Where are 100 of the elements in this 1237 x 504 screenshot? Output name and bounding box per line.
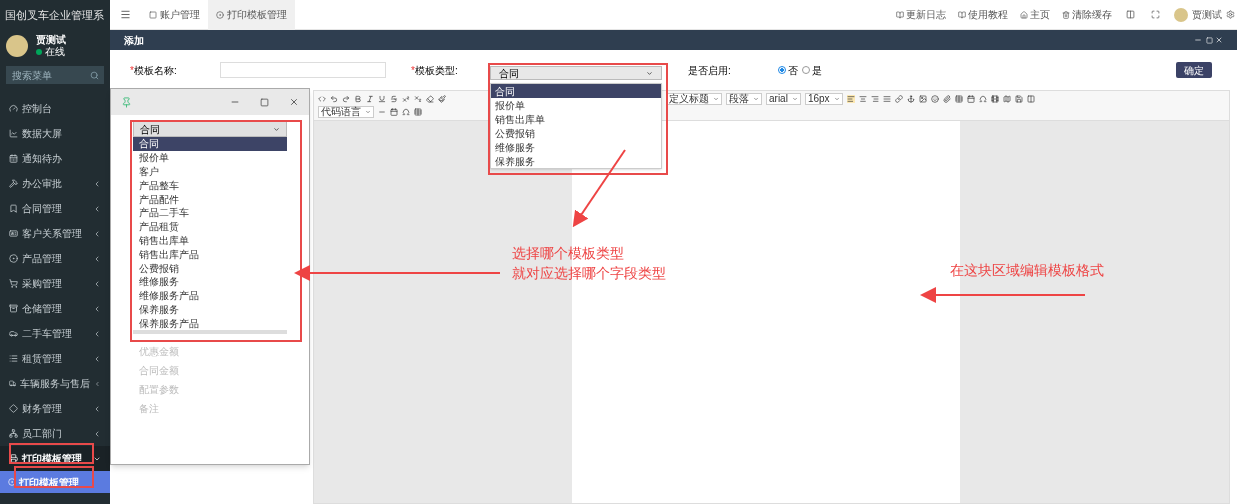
input-field[interactable] — [220, 62, 386, 78]
toolbar-icon[interactable] — [906, 95, 915, 103]
dropdown-option[interactable]: 产品配件 — [133, 192, 287, 206]
radio-button[interactable] — [778, 66, 786, 74]
toolbar-icon[interactable] — [918, 95, 927, 103]
toolbar-icon[interactable] — [858, 95, 867, 103]
close-icon[interactable] — [1215, 36, 1223, 44]
close-icon[interactable] — [289, 97, 299, 107]
tab[interactable]: 账户管理 — [141, 0, 208, 30]
toolbar-select[interactable]: arial — [766, 93, 801, 105]
field-label: 模板名称: — [133, 63, 177, 78]
toolbar-icon[interactable] — [954, 95, 963, 103]
toolbar-icon[interactable] — [978, 95, 987, 103]
sidebar-item[interactable]: 二手车管理 — [0, 321, 110, 346]
toolbar-icon[interactable] — [942, 95, 951, 103]
top-user-name[interactable]: 贾测试 — [1192, 7, 1222, 22]
toolbar-select[interactable]: 段落 — [726, 93, 762, 105]
toolbar-icon[interactable] — [894, 95, 903, 103]
format-icon[interactable] — [366, 95, 374, 103]
dropdown-option[interactable]: 合同 — [491, 84, 661, 98]
sidebar-item[interactable]: 车辆服务与售后 — [0, 371, 110, 396]
omega-icon[interactable] — [402, 107, 410, 116]
toolbar-icon[interactable] — [990, 95, 999, 103]
format-icon[interactable] — [426, 95, 434, 103]
toolbar-icon[interactable] — [846, 95, 855, 103]
format-icon[interactable] — [354, 95, 362, 103]
toolbar-icon[interactable] — [882, 95, 891, 103]
dropdown-option[interactable]: 维修服务 — [491, 140, 661, 154]
dropdown-option[interactable]: 维修服务 — [133, 274, 287, 289]
toolbar-icon[interactable] — [1026, 95, 1035, 103]
dropdown-option[interactable]: 产品二手车 — [133, 206, 287, 220]
caret-icon — [791, 96, 798, 102]
top-link[interactable]: 更新日志 — [906, 7, 946, 22]
sidebar-item[interactable]: 员工部门 — [0, 421, 110, 446]
dropdown-option[interactable]: 销售出库单 — [491, 112, 661, 126]
sidebar-item[interactable]: 仓储管理 — [0, 296, 110, 321]
toolbar-icon[interactable] — [966, 95, 975, 103]
sidebar-item[interactable]: 采购管理 — [0, 271, 110, 296]
dropdown-option[interactable]: 产品整车 — [133, 178, 287, 193]
dropdown-option[interactable]: 销售出库产品 — [133, 247, 287, 262]
top-link[interactable]: 使用教程 — [968, 7, 1008, 22]
dropdown-option[interactable]: 保养服务产品 — [133, 316, 287, 331]
toolbar-icon[interactable] — [930, 95, 939, 103]
dropdown-option[interactable]: 维修服务产品 — [133, 288, 287, 303]
type-select[interactable]: 合同 — [490, 66, 662, 80]
user-name: 贾测试 — [36, 34, 66, 46]
dropdown-option[interactable]: 报价单 — [133, 150, 287, 165]
sidebar-item[interactable]: 财务管理 — [0, 396, 110, 421]
toolbar-icon[interactable] — [870, 95, 879, 103]
source-icon[interactable] — [318, 95, 326, 103]
dropdown-option[interactable]: 合同 — [133, 137, 287, 151]
dropdown-option[interactable]: 客户 — [133, 164, 287, 179]
code-language-select[interactable]: 代码语言 — [318, 105, 374, 118]
dropdown-option[interactable]: 保养服务 — [491, 154, 661, 168]
sidebar-item[interactable]: 客户关系管理 — [0, 221, 110, 246]
maximize-icon[interactable] — [260, 97, 269, 107]
menu-icon — [9, 229, 18, 238]
dropdown-option[interactable]: 销售出库单 — [133, 233, 287, 248]
top-link[interactable]: 主页 — [1030, 7, 1050, 22]
menu-icon — [9, 154, 18, 163]
sidebar-item[interactable]: 通知待办 — [0, 146, 110, 171]
redo-icon[interactable] — [342, 95, 350, 103]
menu-icon — [9, 104, 18, 113]
sidebar-item[interactable]: 控制台 — [0, 96, 110, 121]
format-icon[interactable] — [390, 95, 398, 103]
confirm-button[interactable]: 确定 — [1176, 62, 1212, 78]
menu-icon[interactable] — [120, 9, 131, 20]
toolbar-icon[interactable] — [1014, 95, 1023, 103]
format-icon[interactable] — [438, 95, 446, 103]
toolbar-select[interactable]: 定义标题 — [666, 93, 722, 105]
circle-icon — [216, 10, 224, 19]
undo-icon[interactable] — [330, 95, 338, 103]
format-icon[interactable] — [414, 95, 422, 103]
table-icon[interactable] — [414, 107, 422, 116]
panel-title: 添加 — [124, 33, 145, 48]
caret-icon — [833, 96, 840, 102]
caret-icon — [713, 96, 719, 102]
tab[interactable]: 打印模板管理 — [208, 0, 295, 30]
sidebar-item[interactable]: 数据大屏 — [0, 121, 110, 146]
sidebar-item[interactable]: 办公审批 — [0, 171, 110, 196]
dropdown-option[interactable]: 公费报销 — [491, 126, 661, 140]
dropdown-option[interactable]: 保养服务 — [133, 302, 287, 317]
toolbar-icon[interactable] — [1002, 95, 1011, 103]
dropdown-option[interactable]: 产品租赁 — [133, 219, 287, 234]
layout-icon[interactable] — [1126, 10, 1135, 19]
sidebar-item[interactable]: 产品管理 — [0, 246, 110, 271]
sidebar-item[interactable]: 合同管理 — [0, 196, 110, 221]
top-link[interactable]: 清除缓存 — [1072, 7, 1112, 22]
search-field[interactable]: 搜索菜单 — [6, 66, 104, 84]
sidebar-item[interactable]: 租赁管理 — [0, 346, 110, 371]
format-icon[interactable] — [402, 95, 410, 103]
toolbar-select[interactable]: 16px — [804, 93, 843, 105]
date-icon[interactable] — [390, 107, 398, 116]
dropdown-option[interactable]: 公费报销 — [133, 261, 287, 275]
settings-icon[interactable] — [1226, 10, 1235, 19]
link-icon — [1062, 10, 1070, 19]
dropdown-option[interactable]: 报价单 — [491, 98, 661, 112]
fullscreen-icon[interactable] — [1151, 10, 1160, 19]
format-icon[interactable] — [378, 95, 386, 103]
minimize-icon[interactable] — [1194, 36, 1202, 44]
